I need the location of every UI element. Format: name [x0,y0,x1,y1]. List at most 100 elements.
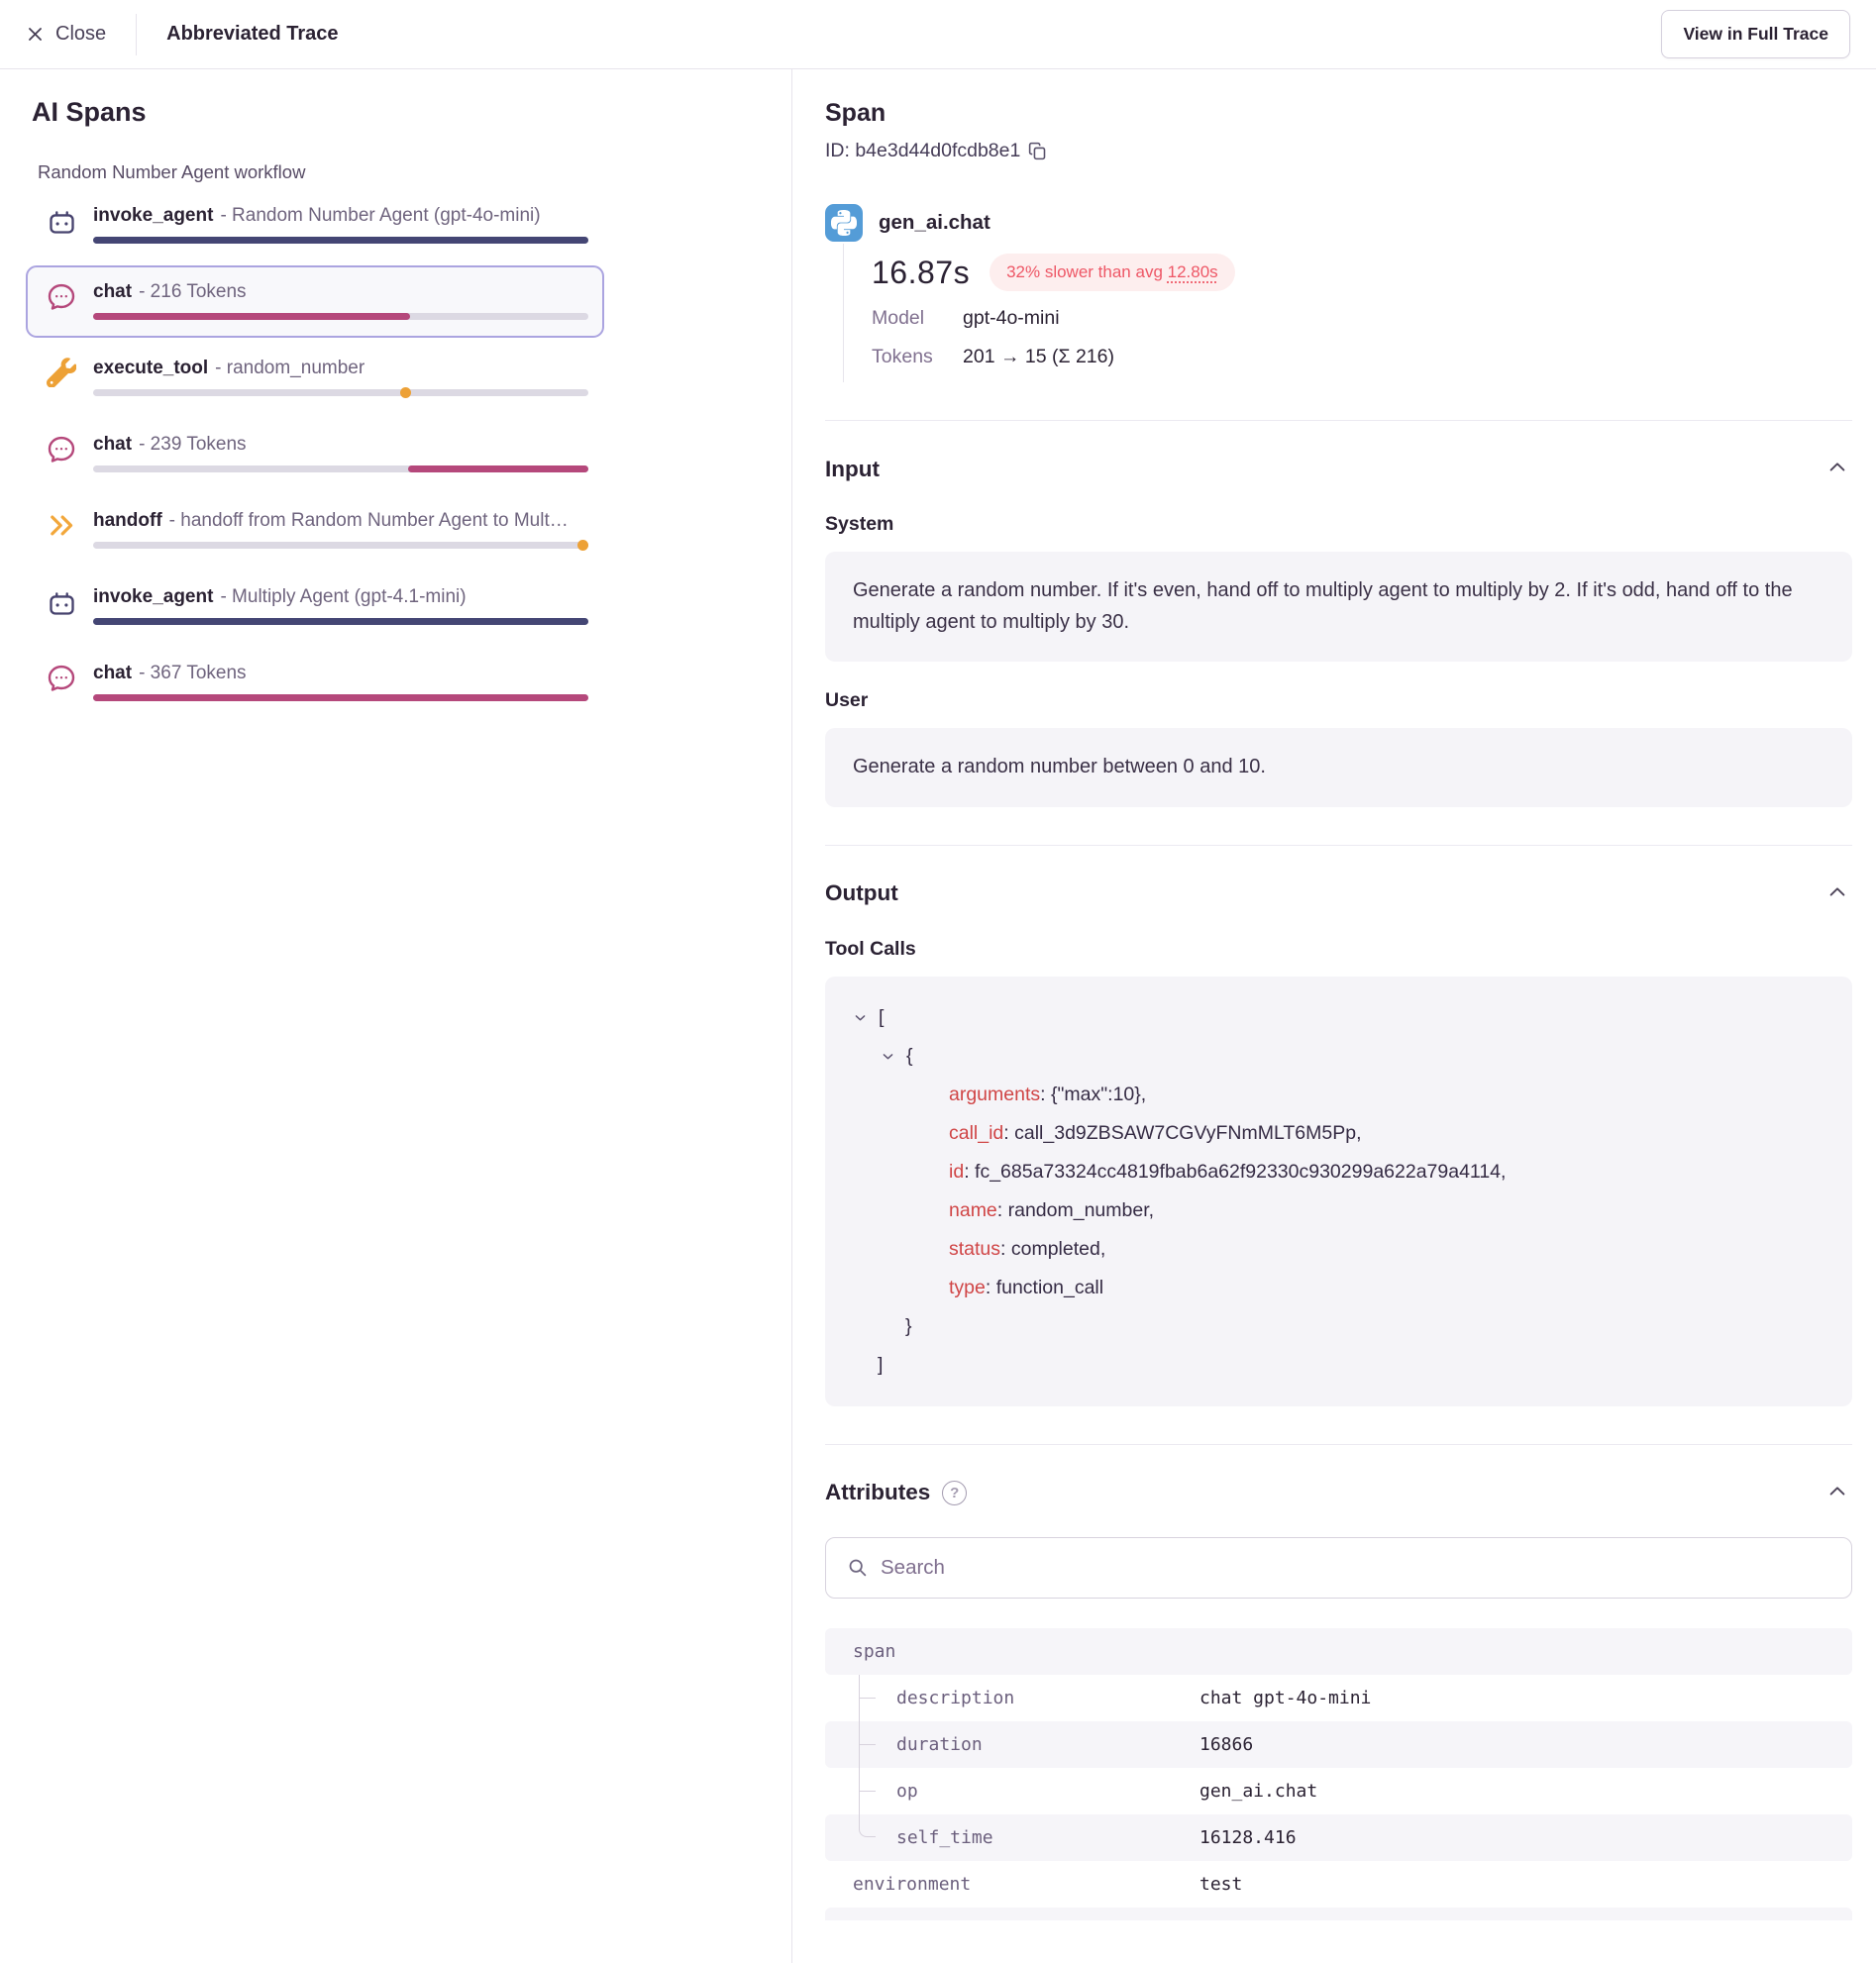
wrench-icon [42,358,81,396]
attribute-row-self-time: self_time 16128.416 [825,1814,1852,1861]
span-description: - Multiply Agent (gpt-4.1-mini) [220,586,466,607]
chat-bubble-icon [42,281,81,320]
attribute-value: gen_ai.chat [1199,1781,1317,1802]
attributes-search[interactable] [825,1537,1852,1599]
attributes-collapse-button[interactable] [1823,1477,1852,1509]
span-duration-bar [93,618,588,625]
robot-icon [42,205,81,244]
system-label: System [825,513,1852,536]
span-op-title: gen_ai.chat [879,211,990,235]
span-description: - 216 Tokens [139,281,246,302]
span-duration-bar [93,465,588,472]
user-label: User [825,689,1852,712]
attribute-row-environment: environment test [825,1861,1852,1908]
json-key: call_id [949,1122,1003,1144]
attribute-value: 16128.416 [1199,1827,1297,1848]
json-value: : function_call [986,1277,1103,1298]
span-duration-bar [93,694,588,701]
chat-bubble-icon [42,663,81,701]
attribute-row-description: description chat gpt-4o-mini [825,1675,1852,1721]
span-op: invoke_agent [93,205,213,226]
attribute-value: chat gpt-4o-mini [1199,1688,1371,1708]
input-collapse-button[interactable] [1823,453,1852,485]
span-duration-bar [93,313,588,320]
system-message: Generate a random number. If it's even, … [825,552,1852,662]
json-key: status [949,1238,1000,1260]
close-button[interactable]: Close [26,23,106,46]
search-input[interactable] [881,1556,1830,1580]
span-op: chat [93,434,132,455]
attribute-value: 16866 [1199,1734,1253,1755]
span-op: chat [93,281,132,302]
span-duration-bar [93,237,588,244]
input-section-heading: Input [825,457,880,482]
output-collapse-button[interactable] [1823,878,1852,910]
tree-branch-icon [859,1675,896,1721]
attributes-section-heading: Attributes [825,1480,930,1505]
close-label: Close [55,23,106,46]
span-op: handoff [93,510,162,531]
tree-branch-icon [859,1768,896,1814]
tree-branch-end-icon [859,1814,896,1861]
json-value: : completed, [1000,1238,1105,1260]
span-duration: 16.87s [872,255,970,291]
attribute-key: description [896,1688,1014,1708]
span-row-handoff[interactable]: handoff - handoff from Random Number Agen… [26,494,604,567]
attributes-table: span description chat gpt-4o-mini durati… [825,1628,1852,1920]
chevron-up-icon [1826,1481,1848,1502]
slower-than-avg-badge: 32% slower than avg 12.80s [990,254,1235,291]
span-row-chat-216[interactable]: chat - 216 Tokens [26,265,604,338]
span-description: - 239 Tokens [139,434,246,455]
chat-bubble-icon [42,434,81,472]
search-icon [847,1557,868,1578]
span-row-chat-239[interactable]: chat - 239 Tokens [26,418,604,490]
span-description: - 367 Tokens [139,663,246,683]
json-value: : call_3d9ZBSAW7CGVyFNmMLT6M5Pp, [1003,1122,1361,1144]
section-divider [825,1444,1852,1445]
tool-calls-label: Tool Calls [825,938,1852,961]
span-detail-panel: Span ID: b4e3d44d0fcdb8e1 gen_ai.chat 16… [792,69,1876,1963]
close-icon [26,25,45,44]
handoff-chevrons-icon [42,510,81,549]
span-row-chat-367[interactable]: chat - 367 Tokens [26,647,604,719]
span-row-execute-tool[interactable]: execute_tool- random_number [26,342,604,414]
json-value: : fc_685a73324cc4819fbab6a62f92330c93029… [964,1161,1506,1183]
section-divider [825,420,1852,421]
span-description: - handoff from Random Number Agent to Mu… [169,510,569,531]
span-description: - Random Number Agent (gpt-4o-mini) [220,205,540,226]
span-description: - random_number [215,358,365,378]
attribute-row-op: op gen_ai.chat [825,1768,1852,1814]
help-icon[interactable]: ? [942,1481,967,1505]
json-expand-icon[interactable] [853,1010,868,1025]
section-divider [825,845,1852,846]
span-heading: Span [825,99,1852,128]
copy-icon[interactable] [1027,141,1048,161]
output-section-heading: Output [825,880,898,906]
page-title: Abbreviated Trace [166,23,338,46]
json-key: id [949,1161,964,1183]
span-row-invoke-agent-multiply[interactable]: invoke_agent - Multiply Agent (gpt-4.1-mi… [26,570,604,643]
attribute-row-span: span [825,1628,1852,1675]
json-expand-icon[interactable] [881,1049,895,1064]
view-in-full-trace-button[interactable]: View in Full Trace [1661,10,1850,58]
robot-icon [42,586,81,625]
model-value: gpt-4o-mini [963,307,1060,330]
tool-calls-json: [ { arguments: {"max":10}, call_id: call… [825,977,1852,1406]
span-op: invoke_agent [93,586,213,607]
tokens-label: Tokens [872,346,963,368]
span-duration-bar [93,389,588,396]
json-key: arguments [949,1084,1040,1105]
json-value: : {"max":10}, [1040,1084,1146,1105]
tokens-value: 201 → 15 (Σ 216) [963,346,1114,368]
json-key: name [949,1199,997,1221]
json-key: type [949,1277,986,1298]
user-message: Generate a random number between 0 and 1… [825,728,1852,807]
avg-duration-link[interactable]: 12.80s [1168,262,1218,281]
span-row-invoke-agent[interactable]: invoke_agent - Random Number Agent (gpt-4… [26,189,604,261]
attribute-key: environment [853,1874,971,1895]
model-label: Model [872,307,963,330]
attribute-key: span [853,1641,895,1662]
span-op: chat [93,663,132,683]
ai-spans-heading: AI Spans [32,97,791,128]
topbar-divider [136,14,137,55]
